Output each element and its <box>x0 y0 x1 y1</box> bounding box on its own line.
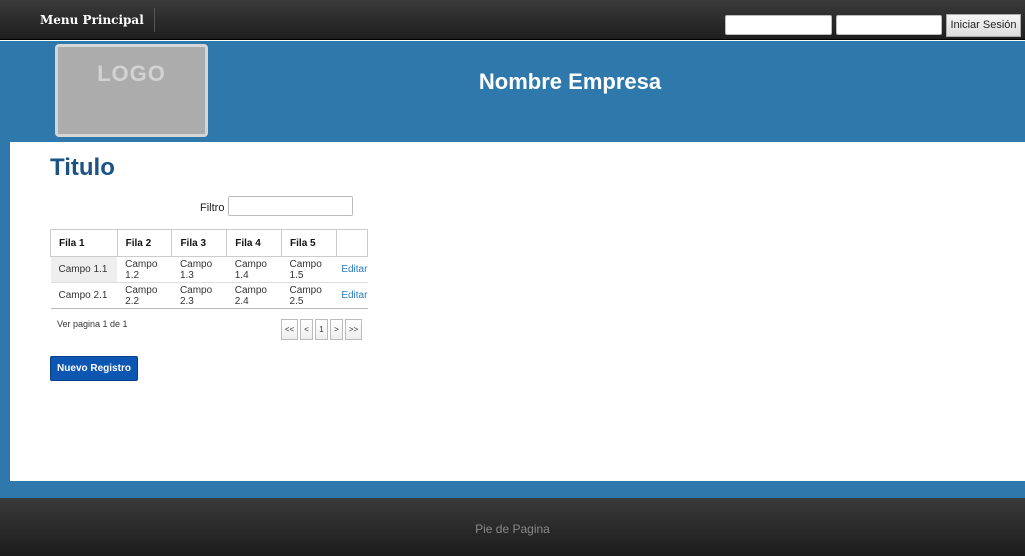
column-header[interactable]: Fila 4 <box>226 229 283 257</box>
table-footer-row <box>50 308 368 310</box>
footer-top-strip <box>0 481 1025 498</box>
column-header[interactable]: Fila 1 <box>50 229 118 257</box>
table-row: Campo 2.1 Campo 2.2 Campo 2.3 Campo 2.4 … <box>50 282 368 309</box>
filter-input[interactable] <box>228 196 353 216</box>
table-cell: Campo 1.3 <box>171 256 227 283</box>
table-header-row: Fila 1 Fila 2 Fila 3 Fila 4 Fila 5 <box>50 229 369 257</box>
prev-page-button[interactable]: < <box>300 319 313 340</box>
page-info: Ver pagina 1 de 1 <box>57 319 128 329</box>
username-input[interactable] <box>725 15 832 35</box>
footer: Pie de Pagina <box>0 498 1025 556</box>
next-page-button[interactable]: > <box>330 319 343 340</box>
menu-principal-link[interactable]: Menu Principal <box>30 8 155 32</box>
password-input[interactable] <box>836 15 942 35</box>
login-button[interactable]: Iniciar Sesión <box>946 14 1021 37</box>
new-record-button[interactable]: Nuevo Registro <box>50 356 138 381</box>
filter-label: Filtro <box>200 202 225 214</box>
last-page-button[interactable]: >> <box>345 319 362 340</box>
table-cell: Campo 1.2 <box>117 256 172 283</box>
header-banner: LOGO Nombre Empresa <box>10 41 1025 142</box>
page-title: Titulo <box>50 154 115 181</box>
first-page-button[interactable]: << <box>281 319 298 340</box>
table-cell: Campo 1.4 <box>226 256 282 283</box>
table-cell: Campo 1.1 <box>50 256 118 283</box>
edit-link[interactable]: Editar <box>336 256 368 283</box>
column-header[interactable]: Fila 2 <box>116 229 173 257</box>
left-border <box>0 41 10 498</box>
table-cell: Campo 1.5 <box>281 256 337 283</box>
table-cell: Campo 2.1 <box>50 282 118 309</box>
table-cell: Campo 2.5 <box>281 282 337 309</box>
table-cell: Campo 2.2 <box>117 282 172 309</box>
column-header-actions <box>335 229 369 257</box>
company-name: Nombre Empresa <box>478 69 662 94</box>
table-cell: Campo 2.4 <box>226 282 282 309</box>
column-header[interactable]: Fila 5 <box>281 229 337 257</box>
table-cell: Campo 2.3 <box>171 282 227 309</box>
column-header[interactable]: Fila 3 <box>171 229 228 257</box>
top-navbar: Menu Principal Iniciar Sesión <box>0 0 1025 40</box>
footer-text: Pie de Pagina <box>475 522 550 536</box>
pagination: << < 1 > >> <box>281 319 362 340</box>
page-number-button[interactable]: 1 <box>315 319 328 340</box>
table-row: Campo 1.1 Campo 1.2 Campo 1.3 Campo 1.4 … <box>50 256 368 283</box>
main-content: Titulo Filtro Fila 1 Fila 2 Fila 3 Fila … <box>10 142 1025 481</box>
data-table: Fila 1 Fila 2 Fila 3 Fila 4 Fila 5 Campo… <box>50 229 369 310</box>
edit-link[interactable]: Editar <box>336 282 368 309</box>
